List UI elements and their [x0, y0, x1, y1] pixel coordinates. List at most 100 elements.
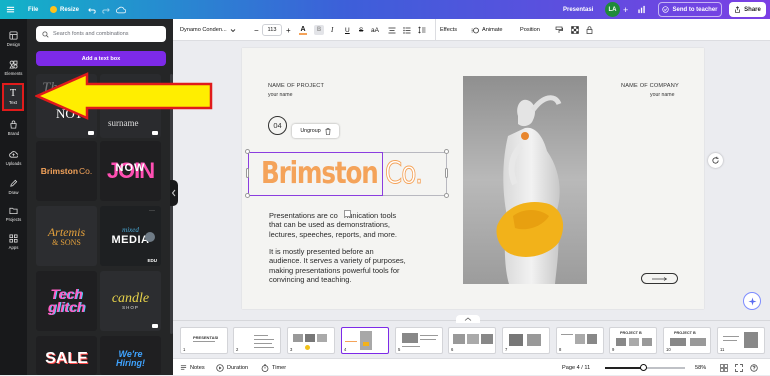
- paint-format-icon[interactable]: [555, 19, 563, 41]
- resize-handle[interactable]: [245, 193, 250, 198]
- page-thumbnail[interactable]: 3: [287, 327, 335, 354]
- document-title[interactable]: Presentasi: [563, 0, 593, 19]
- lock-icon[interactable]: [586, 19, 593, 41]
- increase-font-size-button[interactable]: +: [286, 19, 291, 41]
- rail-item-apps[interactable]: Apps: [0, 229, 27, 255]
- effects-button[interactable]: Effects: [440, 19, 457, 41]
- italic-icon[interactable]: I: [331, 19, 333, 41]
- brand-word: Brimston: [261, 156, 379, 191]
- rail-item-text[interactable]: T Text: [2, 83, 24, 111]
- project-name-text[interactable]: NAME OF PROJECT: [268, 83, 324, 89]
- avatar[interactable]: LA: [605, 2, 620, 17]
- refresh-button[interactable]: [708, 153, 723, 168]
- collapse-panel-handle[interactable]: [170, 180, 178, 206]
- paragraph-1[interactable]: Presentations are co nunication tools th…: [269, 211, 397, 239]
- resize-handle[interactable]: [245, 149, 250, 154]
- brand-word-text[interactable]: Brimston: [261, 156, 379, 192]
- font-combo-tile[interactable]: Brimston Co.: [36, 141, 97, 201]
- slide-number-badge[interactable]: 04: [268, 116, 287, 135]
- list-icon[interactable]: [403, 19, 411, 41]
- font-size-input[interactable]: 113: [262, 24, 282, 36]
- page-thumbnail[interactable]: 2: [233, 327, 281, 354]
- more-options-icon[interactable]: ···: [149, 208, 155, 214]
- brand-co-text[interactable]: Co.: [385, 156, 424, 192]
- next-arrow-button[interactable]: [641, 273, 678, 284]
- decrease-font-size-button[interactable]: −: [254, 19, 259, 41]
- transparency-icon[interactable]: [571, 19, 579, 41]
- page-thumbnail[interactable]: 11: [717, 327, 765, 354]
- fullscreen-icon[interactable]: [735, 359, 743, 376]
- resize-handle[interactable]: [444, 149, 449, 154]
- rail-item-brand[interactable]: Brand: [0, 115, 27, 141]
- expand-pages-handle[interactable]: [456, 315, 480, 323]
- statue-photo[interactable]: [463, 76, 587, 284]
- cloud-save-icon[interactable]: [116, 0, 126, 19]
- magic-assistant-button[interactable]: [743, 292, 761, 310]
- bold-button[interactable]: B: [314, 19, 324, 41]
- zoom-slider-track[interactable]: [605, 364, 685, 371]
- underline-icon[interactable]: U: [345, 19, 350, 41]
- duration-button[interactable]: Duration: [216, 359, 248, 376]
- spacing-icon[interactable]: [418, 19, 426, 41]
- font-combo-tile[interactable]: SALE: [36, 336, 97, 375]
- rail-item-design[interactable]: Design: [0, 26, 27, 52]
- company-name-text[interactable]: NAME OF COMPANY: [621, 83, 679, 89]
- resize-handle[interactable]: [445, 168, 448, 178]
- font-family-dropdown[interactable]: Dynamo Conden...: [180, 19, 236, 41]
- strikethrough-icon[interactable]: S: [359, 19, 363, 41]
- paragraph-2[interactable]: It is mostly presented before an audienc…: [269, 247, 406, 285]
- menu-icon[interactable]: [6, 0, 15, 19]
- page-thumbnail[interactable]: 7: [502, 327, 550, 354]
- page-indicator[interactable]: Page 4 / 11: [562, 359, 590, 376]
- stats-icon[interactable]: [637, 0, 646, 19]
- zoom-slider-knob[interactable]: [640, 364, 647, 371]
- font-combo-tile[interactable]: ··· mixed MEDIA EDU: [100, 206, 161, 266]
- page-thumbnail[interactable]: 5: [395, 327, 443, 354]
- send-to-teacher-button[interactable]: Send to teacher: [658, 2, 722, 17]
- grid-view-icon[interactable]: [720, 359, 728, 376]
- page-thumbnail[interactable]: 6: [448, 327, 496, 354]
- rail-item-elements[interactable]: Elements: [0, 55, 27, 81]
- trash-icon[interactable]: [325, 127, 331, 135]
- page-thumbnail[interactable]: PRESENTASI 1: [180, 327, 228, 354]
- letter-case-icon[interactable]: aA: [371, 19, 379, 41]
- add-collaborator-icon[interactable]: +: [623, 0, 628, 19]
- timer-button[interactable]: Timer: [261, 359, 286, 376]
- text-color-button[interactable]: A: [299, 19, 307, 41]
- rail-item-draw[interactable]: Draw: [0, 174, 27, 200]
- align-center-icon[interactable]: [388, 19, 396, 41]
- page-thumbnail[interactable]: 8: [556, 327, 604, 354]
- rail-item-uploads[interactable]: Uploads: [0, 145, 27, 171]
- resize-handle[interactable]: [444, 193, 449, 198]
- upload-icon: [9, 150, 18, 159]
- share-button[interactable]: Share: [729, 2, 766, 17]
- font-combo-tile[interactable]: candle SHOP: [100, 271, 161, 331]
- author-name-left[interactable]: your name: [268, 92, 293, 98]
- ungroup-popup[interactable]: Ungroup: [292, 124, 339, 138]
- paragraph-line: that can be used as demonstrations,: [269, 220, 390, 230]
- thumb-number: 8: [559, 347, 562, 352]
- font-combo-tile[interactable]: We're Hiring!: [100, 336, 161, 375]
- paragraph-line: making presentations powerful tools for: [269, 265, 400, 275]
- file-menu[interactable]: File: [28, 0, 38, 19]
- slide-canvas[interactable]: NAME OF PROJECT your name NAME OF COMPAN…: [242, 48, 704, 309]
- resize-button[interactable]: Resize: [50, 0, 79, 19]
- zoom-value[interactable]: 58%: [695, 359, 706, 376]
- author-name-right[interactable]: your name: [650, 92, 675, 98]
- resize-handle[interactable]: [246, 168, 249, 178]
- font-combo-tile[interactable]: JOIN NOW: [100, 141, 161, 201]
- undo-icon[interactable]: [88, 0, 96, 19]
- redo-icon[interactable]: [102, 0, 110, 19]
- page-thumbnail[interactable]: PROJECT B 10: [663, 327, 711, 354]
- search-input[interactable]: Search fonts and combinations: [36, 26, 166, 42]
- position-button[interactable]: Position: [520, 19, 540, 41]
- page-thumbnail-active[interactable]: 4: [341, 327, 389, 354]
- add-text-box-button[interactable]: Add a text box: [36, 51, 166, 66]
- animate-button[interactable]: Animate: [471, 19, 503, 41]
- font-combo-tile[interactable]: Tech glitch: [36, 271, 97, 331]
- help-icon[interactable]: [750, 359, 758, 376]
- font-combo-tile[interactable]: Artemis & SONS: [36, 206, 97, 266]
- page-thumbnail[interactable]: PROJECT B 9: [609, 327, 657, 354]
- notes-button[interactable]: Notes: [180, 359, 205, 376]
- rail-item-projects[interactable]: Projects: [0, 201, 27, 227]
